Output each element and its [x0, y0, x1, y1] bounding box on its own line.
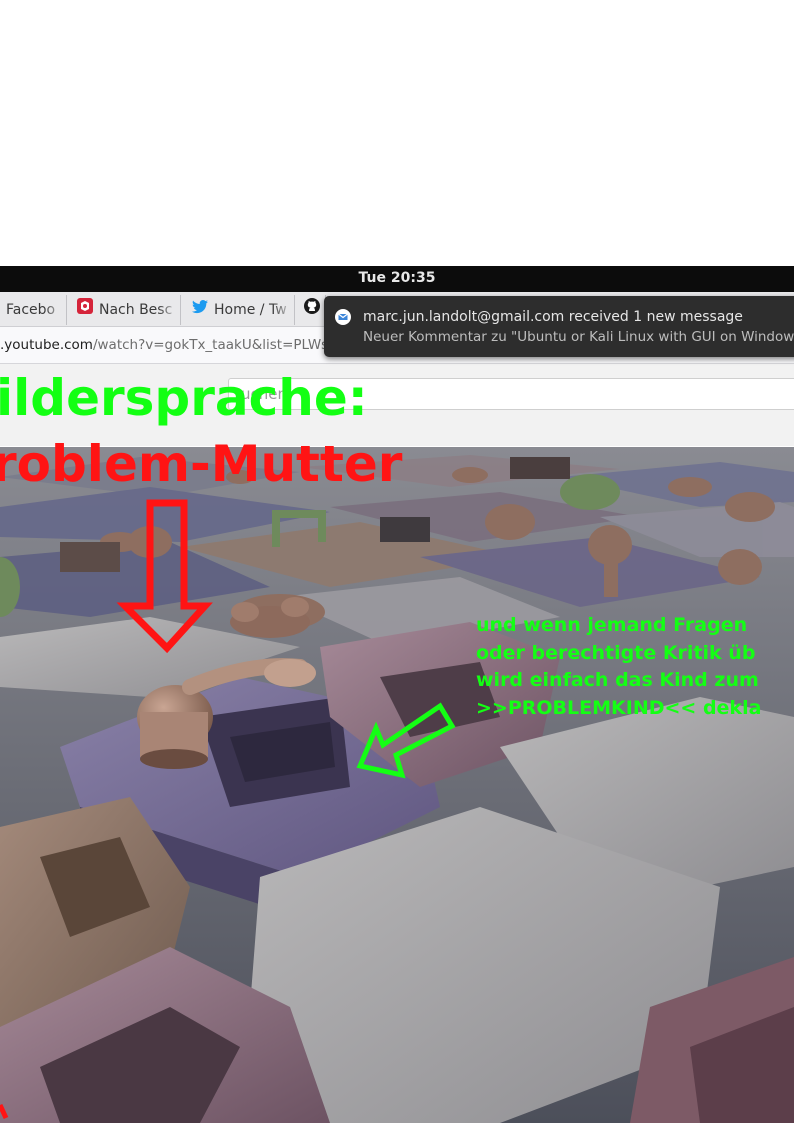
video-frame[interactable] — [0, 447, 794, 1123]
annotation-line: und wenn jemand Fragen — [476, 614, 748, 636]
notification-body: Neuer Kommentar zu "Ubuntu or Kali Linux… — [363, 329, 794, 345]
system-top-bar: Tue 20:35 — [0, 266, 794, 292]
mail-icon — [334, 308, 352, 330]
annotation-line: >>PROBLEMKIND<< dekla — [476, 696, 762, 719]
overlay-heading-green: ildersprache: — [0, 369, 368, 427]
annotation-line: oder berechtigte Kritik üb — [476, 641, 756, 664]
bookmark-icon — [77, 295, 93, 325]
clock[interactable]: Tue 20:35 — [0, 270, 794, 286]
annotation-line: wird einfach das Kind zum — [476, 669, 759, 691]
notification-popup[interactable]: marc.jun.landolt@gmail.com received 1 ne… — [324, 296, 794, 357]
video-scene — [0, 447, 794, 1123]
url-host: .youtube.com — [0, 337, 93, 353]
tab-github[interactable] — [296, 295, 326, 325]
url-text[interactable]: .youtube.com/watch?v=gokTx_taakU&list=PL… — [0, 337, 328, 353]
github-icon — [304, 295, 320, 325]
tab-nach-beschwerde[interactable]: Nach Besc — [67, 295, 181, 325]
annotation-text: und wenn jemand Fragen oder berechtigte … — [476, 612, 761, 722]
tab-facebook[interactable]: Facebo — [0, 295, 67, 325]
notification-title: marc.jun.landolt@gmail.com received 1 ne… — [363, 309, 743, 325]
url-path: /watch?v=gokTx_taakU&list=PLWs — [92, 337, 329, 353]
tab-twitter-home[interactable]: Home / Tw — [182, 295, 295, 325]
overlay-heading-red: roblem-Mutter — [0, 435, 403, 493]
twitter-icon — [192, 295, 208, 325]
